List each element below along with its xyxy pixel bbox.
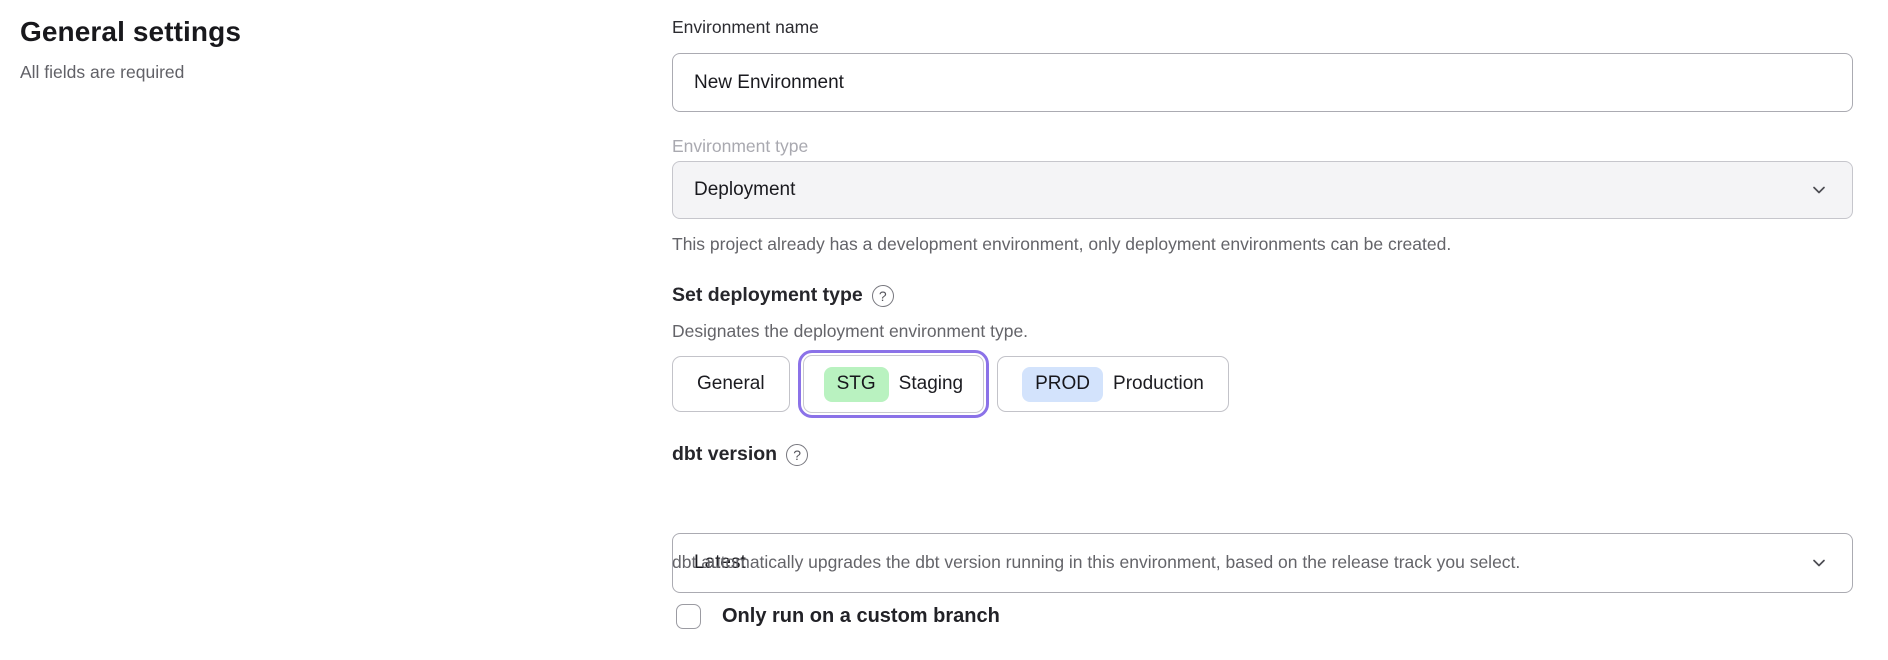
dbt-version-label: dbt version ?: [672, 443, 808, 466]
environment-name-input[interactable]: New Environment: [672, 53, 1853, 112]
general-settings-page: General settings All fields are required…: [0, 0, 1888, 660]
staging-selected-ring: STG Staging: [798, 350, 990, 418]
deployment-type-label-text: Set deployment type: [672, 284, 863, 307]
chevron-down-icon: [1810, 181, 1828, 199]
environment-type-value: Deployment: [694, 179, 795, 201]
environment-type-helper: This project already has a development e…: [672, 234, 1451, 255]
help-icon[interactable]: ?: [872, 285, 894, 307]
settings-form: Environment name New Environment Environ…: [672, 0, 1853, 660]
custom-branch-label: Only run on a custom branch: [722, 605, 1000, 628]
deployment-type-description: Designates the deployment environment ty…: [672, 321, 1028, 342]
custom-branch-checkbox[interactable]: [676, 604, 701, 629]
deployment-type-button-group: General STG Staging PROD Production: [672, 349, 1229, 419]
deployment-type-production-button[interactable]: PROD Production: [997, 356, 1229, 412]
dbt-version-helper: dbt automatically upgrades the dbt versi…: [672, 552, 1520, 573]
environment-name-value: New Environment: [694, 72, 844, 94]
staging-button-label: Staging: [899, 373, 963, 395]
environment-type-select: Deployment: [672, 161, 1853, 219]
general-button-label: General: [697, 373, 765, 395]
custom-branch-row: Only run on a custom branch: [676, 604, 1000, 629]
chevron-down-icon: [1810, 554, 1828, 572]
help-icon[interactable]: ?: [786, 444, 808, 466]
production-badge: PROD: [1022, 367, 1103, 402]
page-subtitle: All fields are required: [20, 62, 540, 83]
staging-badge: STG: [824, 367, 889, 402]
page-title: General settings: [20, 16, 540, 48]
environment-name-label: Environment name: [672, 17, 819, 38]
settings-header: General settings All fields are required: [20, 16, 540, 83]
production-button-label: Production: [1113, 373, 1204, 395]
deployment-type-staging-button[interactable]: STG Staging: [803, 355, 985, 413]
deployment-type-label: Set deployment type ?: [672, 284, 894, 307]
dbt-version-label-text: dbt version: [672, 443, 777, 466]
deployment-type-general-button[interactable]: General: [672, 356, 790, 412]
environment-type-label: Environment type: [672, 136, 808, 157]
